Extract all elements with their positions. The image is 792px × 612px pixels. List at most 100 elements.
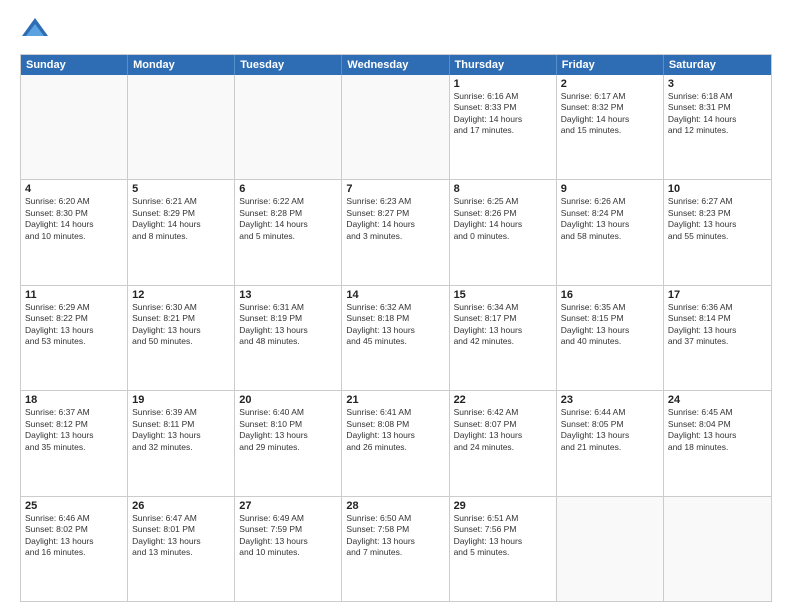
calendar-cell: 25Sunrise: 6:46 AM Sunset: 8:02 PM Dayli… bbox=[21, 497, 128, 601]
day-number: 14 bbox=[346, 289, 444, 301]
day-number: 21 bbox=[346, 394, 444, 406]
header bbox=[20, 16, 772, 46]
calendar-cell: 19Sunrise: 6:39 AM Sunset: 8:11 PM Dayli… bbox=[128, 391, 235, 495]
day-number: 18 bbox=[25, 394, 123, 406]
day-info: Sunrise: 6:30 AM Sunset: 8:21 PM Dayligh… bbox=[132, 302, 230, 348]
day-info: Sunrise: 6:42 AM Sunset: 8:07 PM Dayligh… bbox=[454, 407, 552, 453]
day-number: 8 bbox=[454, 183, 552, 195]
day-info: Sunrise: 6:45 AM Sunset: 8:04 PM Dayligh… bbox=[668, 407, 767, 453]
calendar-cell: 15Sunrise: 6:34 AM Sunset: 8:17 PM Dayli… bbox=[450, 286, 557, 390]
day-info: Sunrise: 6:31 AM Sunset: 8:19 PM Dayligh… bbox=[239, 302, 337, 348]
logo bbox=[20, 16, 54, 46]
day-number: 11 bbox=[25, 289, 123, 301]
day-number: 3 bbox=[668, 78, 767, 90]
day-info: Sunrise: 6:18 AM Sunset: 8:31 PM Dayligh… bbox=[668, 91, 767, 137]
calendar: SundayMondayTuesdayWednesdayThursdayFrid… bbox=[20, 54, 772, 602]
calendar-row-5: 25Sunrise: 6:46 AM Sunset: 8:02 PM Dayli… bbox=[21, 496, 771, 601]
calendar-cell: 10Sunrise: 6:27 AM Sunset: 8:23 PM Dayli… bbox=[664, 180, 771, 284]
calendar-cell: 14Sunrise: 6:32 AM Sunset: 8:18 PM Dayli… bbox=[342, 286, 449, 390]
day-info: Sunrise: 6:51 AM Sunset: 7:56 PM Dayligh… bbox=[454, 513, 552, 559]
calendar-cell: 7Sunrise: 6:23 AM Sunset: 8:27 PM Daylig… bbox=[342, 180, 449, 284]
calendar-cell bbox=[235, 75, 342, 179]
day-number: 10 bbox=[668, 183, 767, 195]
header-day-monday: Monday bbox=[128, 55, 235, 75]
calendar-row-4: 18Sunrise: 6:37 AM Sunset: 8:12 PM Dayli… bbox=[21, 390, 771, 495]
day-info: Sunrise: 6:21 AM Sunset: 8:29 PM Dayligh… bbox=[132, 196, 230, 242]
calendar-cell: 8Sunrise: 6:25 AM Sunset: 8:26 PM Daylig… bbox=[450, 180, 557, 284]
calendar-cell: 18Sunrise: 6:37 AM Sunset: 8:12 PM Dayli… bbox=[21, 391, 128, 495]
day-number: 7 bbox=[346, 183, 444, 195]
calendar-cell bbox=[557, 497, 664, 601]
day-number: 24 bbox=[668, 394, 767, 406]
day-info: Sunrise: 6:46 AM Sunset: 8:02 PM Dayligh… bbox=[25, 513, 123, 559]
calendar-cell: 9Sunrise: 6:26 AM Sunset: 8:24 PM Daylig… bbox=[557, 180, 664, 284]
day-number: 22 bbox=[454, 394, 552, 406]
day-number: 17 bbox=[668, 289, 767, 301]
calendar-row-3: 11Sunrise: 6:29 AM Sunset: 8:22 PM Dayli… bbox=[21, 285, 771, 390]
day-info: Sunrise: 6:23 AM Sunset: 8:27 PM Dayligh… bbox=[346, 196, 444, 242]
calendar-cell: 5Sunrise: 6:21 AM Sunset: 8:29 PM Daylig… bbox=[128, 180, 235, 284]
day-info: Sunrise: 6:40 AM Sunset: 8:10 PM Dayligh… bbox=[239, 407, 337, 453]
header-day-friday: Friday bbox=[557, 55, 664, 75]
calendar-row-1: 1Sunrise: 6:16 AM Sunset: 8:33 PM Daylig… bbox=[21, 75, 771, 179]
calendar-cell: 1Sunrise: 6:16 AM Sunset: 8:33 PM Daylig… bbox=[450, 75, 557, 179]
day-number: 13 bbox=[239, 289, 337, 301]
calendar-cell: 12Sunrise: 6:30 AM Sunset: 8:21 PM Dayli… bbox=[128, 286, 235, 390]
calendar-cell: 6Sunrise: 6:22 AM Sunset: 8:28 PM Daylig… bbox=[235, 180, 342, 284]
calendar-cell: 29Sunrise: 6:51 AM Sunset: 7:56 PM Dayli… bbox=[450, 497, 557, 601]
calendar-cell: 4Sunrise: 6:20 AM Sunset: 8:30 PM Daylig… bbox=[21, 180, 128, 284]
calendar-header: SundayMondayTuesdayWednesdayThursdayFrid… bbox=[21, 55, 771, 75]
page: SundayMondayTuesdayWednesdayThursdayFrid… bbox=[0, 0, 792, 612]
calendar-cell: 21Sunrise: 6:41 AM Sunset: 8:08 PM Dayli… bbox=[342, 391, 449, 495]
day-number: 6 bbox=[239, 183, 337, 195]
calendar-cell: 27Sunrise: 6:49 AM Sunset: 7:59 PM Dayli… bbox=[235, 497, 342, 601]
day-info: Sunrise: 6:36 AM Sunset: 8:14 PM Dayligh… bbox=[668, 302, 767, 348]
day-number: 9 bbox=[561, 183, 659, 195]
calendar-cell: 26Sunrise: 6:47 AM Sunset: 8:01 PM Dayli… bbox=[128, 497, 235, 601]
day-info: Sunrise: 6:50 AM Sunset: 7:58 PM Dayligh… bbox=[346, 513, 444, 559]
day-number: 20 bbox=[239, 394, 337, 406]
calendar-cell: 17Sunrise: 6:36 AM Sunset: 8:14 PM Dayli… bbox=[664, 286, 771, 390]
day-number: 27 bbox=[239, 500, 337, 512]
day-number: 26 bbox=[132, 500, 230, 512]
logo-icon bbox=[20, 16, 50, 46]
header-day-wednesday: Wednesday bbox=[342, 55, 449, 75]
day-number: 4 bbox=[25, 183, 123, 195]
header-day-thursday: Thursday bbox=[450, 55, 557, 75]
day-info: Sunrise: 6:27 AM Sunset: 8:23 PM Dayligh… bbox=[668, 196, 767, 242]
day-info: Sunrise: 6:41 AM Sunset: 8:08 PM Dayligh… bbox=[346, 407, 444, 453]
day-info: Sunrise: 6:37 AM Sunset: 8:12 PM Dayligh… bbox=[25, 407, 123, 453]
day-info: Sunrise: 6:25 AM Sunset: 8:26 PM Dayligh… bbox=[454, 196, 552, 242]
day-info: Sunrise: 6:20 AM Sunset: 8:30 PM Dayligh… bbox=[25, 196, 123, 242]
day-number: 15 bbox=[454, 289, 552, 301]
day-info: Sunrise: 6:47 AM Sunset: 8:01 PM Dayligh… bbox=[132, 513, 230, 559]
day-info: Sunrise: 6:22 AM Sunset: 8:28 PM Dayligh… bbox=[239, 196, 337, 242]
calendar-cell bbox=[664, 497, 771, 601]
calendar-cell: 22Sunrise: 6:42 AM Sunset: 8:07 PM Dayli… bbox=[450, 391, 557, 495]
calendar-body: 1Sunrise: 6:16 AM Sunset: 8:33 PM Daylig… bbox=[21, 75, 771, 601]
day-number: 5 bbox=[132, 183, 230, 195]
calendar-cell: 24Sunrise: 6:45 AM Sunset: 8:04 PM Dayli… bbox=[664, 391, 771, 495]
day-info: Sunrise: 6:26 AM Sunset: 8:24 PM Dayligh… bbox=[561, 196, 659, 242]
calendar-cell: 11Sunrise: 6:29 AM Sunset: 8:22 PM Dayli… bbox=[21, 286, 128, 390]
calendar-cell: 28Sunrise: 6:50 AM Sunset: 7:58 PM Dayli… bbox=[342, 497, 449, 601]
day-number: 28 bbox=[346, 500, 444, 512]
day-number: 16 bbox=[561, 289, 659, 301]
day-number: 12 bbox=[132, 289, 230, 301]
calendar-row-2: 4Sunrise: 6:20 AM Sunset: 8:30 PM Daylig… bbox=[21, 179, 771, 284]
day-number: 1 bbox=[454, 78, 552, 90]
calendar-cell bbox=[342, 75, 449, 179]
day-number: 25 bbox=[25, 500, 123, 512]
calendar-cell bbox=[128, 75, 235, 179]
day-number: 19 bbox=[132, 394, 230, 406]
day-info: Sunrise: 6:35 AM Sunset: 8:15 PM Dayligh… bbox=[561, 302, 659, 348]
calendar-cell: 16Sunrise: 6:35 AM Sunset: 8:15 PM Dayli… bbox=[557, 286, 664, 390]
header-day-saturday: Saturday bbox=[664, 55, 771, 75]
day-info: Sunrise: 6:29 AM Sunset: 8:22 PM Dayligh… bbox=[25, 302, 123, 348]
day-info: Sunrise: 6:34 AM Sunset: 8:17 PM Dayligh… bbox=[454, 302, 552, 348]
day-info: Sunrise: 6:44 AM Sunset: 8:05 PM Dayligh… bbox=[561, 407, 659, 453]
calendar-cell: 2Sunrise: 6:17 AM Sunset: 8:32 PM Daylig… bbox=[557, 75, 664, 179]
day-info: Sunrise: 6:17 AM Sunset: 8:32 PM Dayligh… bbox=[561, 91, 659, 137]
day-number: 29 bbox=[454, 500, 552, 512]
day-number: 2 bbox=[561, 78, 659, 90]
